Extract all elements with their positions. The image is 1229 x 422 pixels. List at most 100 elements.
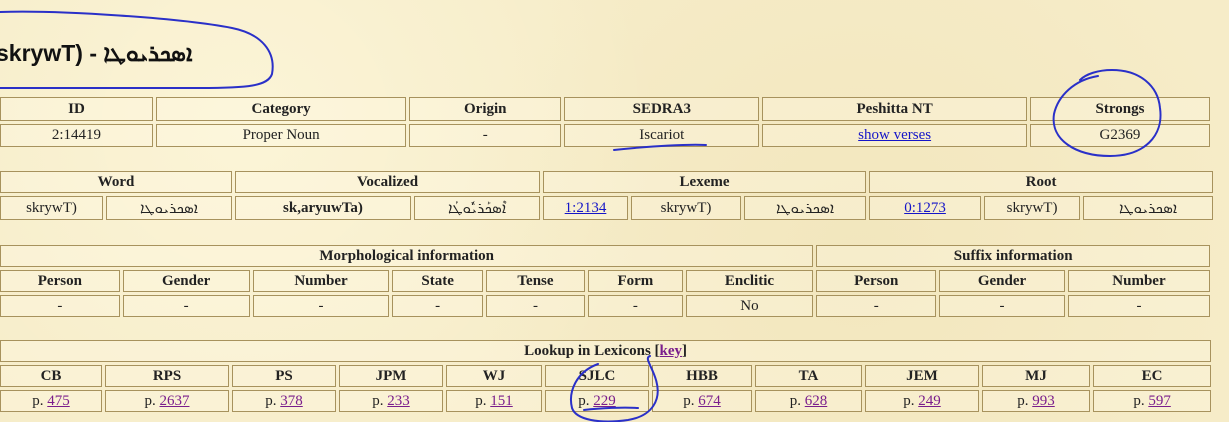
lexicon-page-cell: p. 378	[232, 390, 336, 412]
page-prefix: p.	[475, 392, 487, 409]
value-gender: -	[122, 295, 250, 317]
header-id: ID	[0, 97, 153, 121]
morphology-table: Morphological information Suffix informa…	[0, 242, 1213, 320]
value-strongs: G2369	[1029, 124, 1210, 147]
page-prefix: p.	[372, 392, 384, 409]
header-person: Person	[0, 270, 120, 292]
value-enclitic: No	[685, 295, 814, 317]
lexeme-syriac: ܐܣܟܪܝܘܛܐ	[744, 196, 867, 220]
vocalized-latin: sk,aryuwTa)	[235, 196, 411, 220]
lexicon-page-link[interactable]: 597	[1148, 393, 1171, 409]
lexicon-code-1: RPS	[105, 365, 229, 387]
lexicon-page-link[interactable]: 674	[698, 393, 721, 409]
page-prefix: p.	[32, 392, 44, 409]
value-category: Proper Noun	[155, 124, 407, 147]
page-prefix: p.	[265, 392, 277, 409]
header-tense: Tense	[485, 270, 586, 292]
lexicon-title-end: ]	[682, 342, 688, 359]
header-root: Root	[869, 171, 1214, 193]
lexicon-page-link[interactable]: 151	[490, 393, 513, 409]
lexicon-page-link[interactable]: 378	[280, 393, 303, 409]
value-sedra3: Iscariot	[564, 124, 760, 147]
lexicon-page-link[interactable]: 249	[918, 393, 941, 409]
lexicon-code-10: EC	[1093, 365, 1212, 387]
lexicon-page-cell: p. 2637	[105, 390, 229, 412]
lexicon-page-cell: p. 233	[339, 390, 443, 412]
lexicon-page-link[interactable]: 475	[47, 393, 70, 409]
header-suffix-gender: Gender	[939, 270, 1065, 292]
lexicon-header: Lookup in Lexicons [key]	[0, 340, 1212, 362]
lexicon-code-2: PS	[232, 365, 336, 387]
value-suffix-person: -	[816, 295, 937, 317]
page-title: skrywT) - ܐܣܟܪܝܘܛܐ	[0, 40, 193, 66]
lexicon-code-3: JPM	[339, 365, 443, 387]
lexicon-code-4: WJ	[446, 365, 542, 387]
lexicon-page-link[interactable]: 229	[593, 393, 616, 409]
value-number: -	[252, 295, 390, 317]
value-suffix-gender: -	[939, 295, 1065, 317]
header-form: Form	[588, 270, 683, 292]
lexicon-code-5: SJLC	[545, 365, 649, 387]
header-strongs: Strongs	[1029, 97, 1210, 121]
vocalized-syriac: ܐܶܣܟܰܪܝܽܘܛܳܐ	[414, 196, 541, 220]
lexicon-page-cell: p. 628	[755, 390, 862, 412]
lexicon-page-link[interactable]: 628	[805, 393, 828, 409]
header-origin: Origin	[409, 97, 562, 121]
lexicon-code-7: TA	[755, 365, 862, 387]
root-link-cell: 0:1273	[869, 196, 982, 220]
lexicon-code-0: CB	[0, 365, 102, 387]
word-latin: skrywT)	[0, 196, 103, 220]
page-prefix: p.	[578, 392, 590, 409]
page-prefix: p.	[144, 392, 156, 409]
lexicon-page-cell: p. 151	[446, 390, 542, 412]
value-person: -	[0, 295, 120, 317]
lexicon-page-cell: p. 249	[865, 390, 979, 412]
lexicon-page-link[interactable]: 993	[1032, 393, 1055, 409]
lexicon-title: Lookup in Lexicons [	[524, 342, 660, 359]
value-form: -	[588, 295, 683, 317]
lexicon-code-6: HBB	[652, 365, 752, 387]
root-syriac: ܐܣܟܪܝܘܛܐ	[1083, 196, 1214, 220]
page-prefix: p.	[683, 392, 695, 409]
peshitta-cell: show verses	[762, 124, 1027, 147]
header-gender: Gender	[122, 270, 250, 292]
lexicon-code-9: MJ	[982, 365, 1090, 387]
root-link[interactable]: 0:1273	[904, 200, 946, 216]
header-suffix-number: Number	[1067, 270, 1210, 292]
header-number: Number	[252, 270, 390, 292]
page-prefix: p.	[789, 392, 801, 409]
lexeme-link-cell: 1:2134	[543, 196, 629, 220]
lexeme-latin: skrywT)	[631, 196, 742, 220]
lexicon-page-link[interactable]: 2637	[160, 393, 190, 409]
header-suffix-person: Person	[816, 270, 937, 292]
suffix-info-header: Suffix information	[816, 245, 1210, 267]
show-verses-link[interactable]: show verses	[858, 127, 931, 143]
header-lexeme: Lexeme	[543, 171, 867, 193]
word-forms-table: Word Vocalized Lexeme Root skrywT) ܐܣܟܪܝ…	[0, 168, 1216, 223]
header-peshitta-nt: Peshitta NT	[762, 97, 1027, 121]
page-prefix: p.	[1017, 392, 1029, 409]
header-state: State	[392, 270, 483, 292]
word-syriac: ܐܣܟܪܝܘܛܐ	[106, 196, 232, 220]
key-link[interactable]: key	[660, 343, 683, 359]
value-id: 2:14419	[0, 124, 153, 147]
root-latin: skrywT)	[984, 196, 1081, 220]
lexicon-page-cell: p. 674	[652, 390, 752, 412]
morphological-info-header: Morphological information	[0, 245, 814, 267]
header-enclitic: Enclitic	[685, 270, 814, 292]
value-suffix-number: -	[1067, 295, 1210, 317]
lexeme-link[interactable]: 1:2134	[565, 200, 607, 216]
lexicon-page-cell: p. 993	[982, 390, 1090, 412]
lexicon-page-link[interactable]: 233	[387, 393, 410, 409]
lexicon-code-8: JEM	[865, 365, 979, 387]
value-tense: -	[485, 295, 586, 317]
value-origin: -	[409, 124, 562, 147]
header-category: Category	[155, 97, 407, 121]
value-state: -	[392, 295, 483, 317]
header-vocalized: Vocalized	[235, 171, 541, 193]
page-prefix: p.	[903, 392, 915, 409]
lexicon-page-cell: p. 229	[545, 390, 649, 412]
header-sedra3: SEDRA3	[564, 97, 760, 121]
header-word: Word	[0, 171, 232, 193]
lexicon-page-cell: p. 597	[1093, 390, 1212, 412]
